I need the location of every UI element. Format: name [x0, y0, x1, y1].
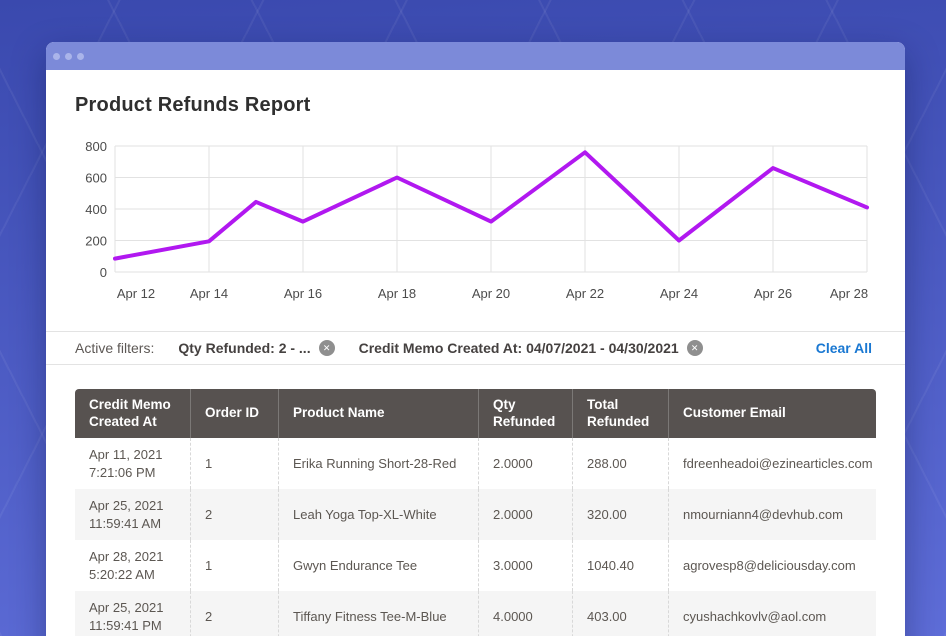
svg-text:Apr 12: Apr 12	[117, 286, 155, 301]
window-control-dot-1[interactable]	[53, 53, 60, 60]
cell-customer-email: agrovesp8@deliciousday.com	[668, 540, 876, 591]
filter-chip-text: Qty Refunded: 2 - ...	[178, 340, 310, 356]
svg-text:Apr 24: Apr 24	[660, 286, 698, 301]
svg-text:Apr 26: Apr 26	[754, 286, 792, 301]
cell-product-name: Leah Yoga Top-XL-White	[278, 489, 478, 540]
svg-text:Apr 28: Apr 28	[830, 286, 868, 301]
window-control-dot-3[interactable]	[77, 53, 84, 60]
remove-filter-icon[interactable]: ✕	[687, 340, 703, 356]
refunds-table: Credit Memo Created At Order ID Product …	[75, 389, 876, 636]
cell-total-refunded: 403.00	[572, 591, 668, 636]
cell-order-id: 1	[190, 540, 278, 591]
remove-filter-icon[interactable]: ✕	[319, 340, 335, 356]
cell-qty-refunded: 3.0000	[478, 540, 572, 591]
cell-created-at: Apr 25, 202111:59:41 PM	[75, 591, 190, 636]
cell-order-id: 2	[190, 489, 278, 540]
cell-customer-email: fdreenheadoi@ezinearticles.com	[668, 438, 876, 489]
line-chart-svg: 0 200 400 600 800 Apr 12 Apr 14 Apr 16 Apr 18 Apr…	[75, 136, 895, 308]
column-header-credit-memo-created-at[interactable]: Credit Memo Created At	[75, 389, 190, 438]
table-header: Credit Memo Created At Order ID Product …	[75, 389, 876, 438]
window-titlebar	[46, 42, 905, 70]
clear-all-filters-link[interactable]: Clear All	[816, 340, 872, 356]
filter-chip-credit-memo-date: Credit Memo Created At: 04/07/2021 - 04/…	[359, 340, 703, 356]
cell-customer-email: nmourniann4@devhub.com	[668, 489, 876, 540]
active-filters-bar: Active filters: Qty Refunded: 2 - ... ✕ …	[46, 331, 905, 365]
svg-text:Apr 22: Apr 22	[566, 286, 604, 301]
svg-text:Apr 18: Apr 18	[378, 286, 416, 301]
filter-chip-text: Credit Memo Created At: 04/07/2021 - 04/…	[359, 340, 679, 356]
window-control-dot-2[interactable]	[65, 53, 72, 60]
svg-text:Apr 14: Apr 14	[190, 286, 228, 301]
svg-text:Apr 20: Apr 20	[472, 286, 510, 301]
svg-text:400: 400	[85, 202, 107, 217]
cell-product-name: Tiffany Fitness Tee-M-Blue	[278, 591, 478, 636]
refunds-line-chart: 0 200 400 600 800 Apr 12 Apr 14 Apr 16 Apr 18 Apr…	[75, 136, 905, 308]
cell-total-refunded: 320.00	[572, 489, 668, 540]
page-title: Product Refunds Report	[75, 94, 876, 117]
cell-order-id: 2	[190, 591, 278, 636]
active-filters-label: Active filters:	[75, 340, 154, 356]
report-content: Product Refunds Report 0 200 400 600 800 Apr …	[46, 94, 905, 636]
cell-created-at: Apr 25, 202111:59:41 AM	[75, 489, 190, 540]
svg-text:800: 800	[85, 139, 107, 154]
cell-qty-refunded: 2.0000	[478, 438, 572, 489]
cell-total-refunded: 1040.40	[572, 540, 668, 591]
cell-product-name: Gwyn Endurance Tee	[278, 540, 478, 591]
table-row: Apr 11, 20217:21:06 PM 1 Erika Running S…	[75, 438, 876, 489]
cell-qty-refunded: 2.0000	[478, 489, 572, 540]
cell-qty-refunded: 4.0000	[478, 591, 572, 636]
column-header-customer-email[interactable]: Customer Email	[668, 389, 876, 438]
cell-product-name: Erika Running Short-28-Red	[278, 438, 478, 489]
svg-text:200: 200	[85, 234, 107, 249]
cell-order-id: 1	[190, 438, 278, 489]
svg-text:0: 0	[100, 265, 107, 280]
table-row: Apr 25, 202111:59:41 PM 2 Tiffany Fitnes…	[75, 591, 876, 636]
table-row: Apr 25, 202111:59:41 AM 2 Leah Yoga Top-…	[75, 489, 876, 540]
column-header-total-refunded[interactable]: Total Refunded	[572, 389, 668, 438]
svg-text:Apr 16: Apr 16	[284, 286, 322, 301]
column-header-order-id[interactable]: Order ID	[190, 389, 278, 438]
table-row: Apr 28, 20215:20:22 AM 1 Gwyn Endurance …	[75, 540, 876, 591]
column-header-qty-refunded[interactable]: Qty Refunded	[478, 389, 572, 438]
column-header-product-name[interactable]: Product Name	[278, 389, 478, 438]
cell-customer-email: cyushachkovlv@aol.com	[668, 591, 876, 636]
svg-text:600: 600	[85, 171, 107, 186]
cell-created-at: Apr 28, 20215:20:22 AM	[75, 540, 190, 591]
report-window: Product Refunds Report 0 200 400 600 800 Apr …	[46, 42, 905, 636]
cell-created-at: Apr 11, 20217:21:06 PM	[75, 438, 190, 489]
cell-total-refunded: 288.00	[572, 438, 668, 489]
filter-chip-qty-refunded: Qty Refunded: 2 - ... ✕	[178, 340, 334, 356]
